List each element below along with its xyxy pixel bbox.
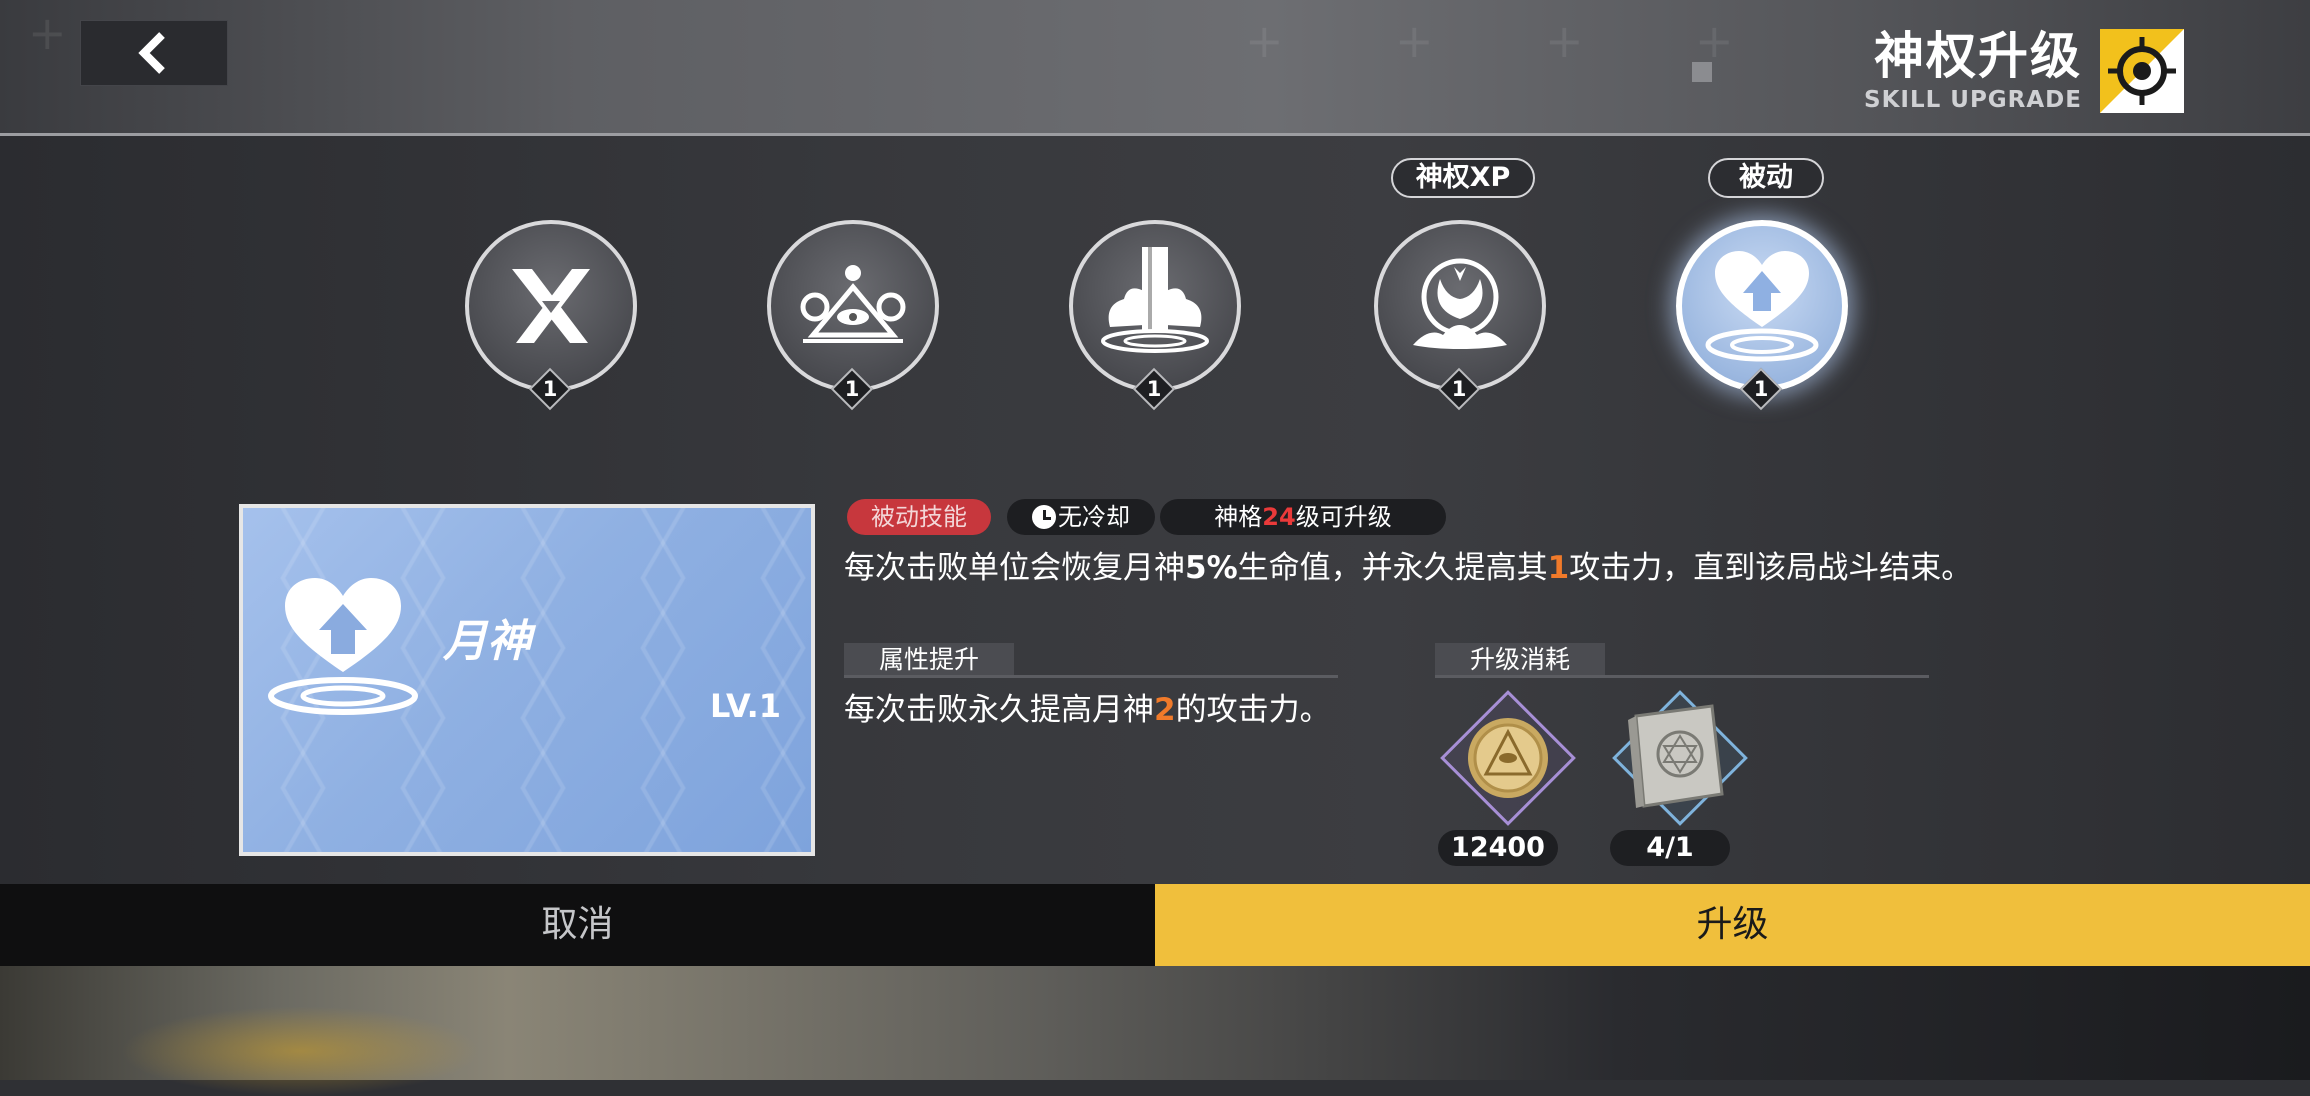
skill-slot-5-selected[interactable]: 1 [1676,220,1848,411]
skill-level: LV.1 [709,687,781,725]
upgrade-button[interactable]: 升级 [1155,884,2310,966]
attribute-divider [844,675,1338,678]
skill-tag-xp: 神权XP [1391,158,1535,198]
passive-skill-tag: 被动技能 [847,499,991,535]
attribute-description: 每次击败永久提高月神2的攻击力。 [844,692,1331,728]
page-title-text: 神权升级 [1874,27,2082,85]
page-title: 神权升级 SKILL UPGRADE [1864,26,2082,114]
divine-emblem-icon [2100,29,2184,113]
cost-header: 升级消耗 [1435,643,1605,677]
cooldown-tag: 无冷却 [1007,499,1155,535]
eye-triangle-icon [800,265,906,343]
title-accent [1692,62,1712,82]
skill-level-badge: 1 [1739,367,1783,411]
crossed-blades-icon [512,269,590,343]
cost-divider [1435,675,1929,678]
decor-cross: + [1695,14,1734,68]
heart-up-icon [268,578,418,715]
skill-slot-4[interactable]: 1 [1374,220,1546,411]
cost-amount: 12400 [1438,830,1558,866]
decor-cross: + [28,6,67,60]
light-pillar-icon [1101,247,1209,353]
skill-level-badge: 1 [528,367,572,411]
upgrade-requirement-tag: 神格24级可升级 [1160,499,1446,535]
decor-cross: + [1395,14,1434,68]
skill-description: 每次击败单位会恢复月神5%生命值，并永久提高其1攻击力，直到该局战斗结束。 [844,550,1973,586]
skill-tag-passive: 被动 [1708,158,1824,198]
gold-coin-icon [1468,718,1548,798]
skill-slot-1[interactable]: 1 [465,220,637,411]
footer-background [0,966,2310,1096]
cancel-button[interactable]: 取消 [0,884,1155,966]
back-button[interactable] [80,20,228,86]
phoenix-orb-icon [1413,258,1507,349]
tome-book-icon [1628,704,1724,808]
skill-slot-2[interactable]: 1 [767,220,939,411]
skill-card: 月神 LV.1 [239,504,815,856]
skill-level-badge: 1 [1437,367,1481,411]
cost-item-gold[interactable]: 12400 [1438,690,1576,866]
page-subtitle: SKILL UPGRADE [1864,87,2082,113]
skill-level-badge: 1 [1132,367,1176,411]
cost-item-book[interactable]: 4/1 [1610,690,1748,866]
attribute-header: 属性提升 [844,643,1014,677]
skill-name: 月神 [443,616,531,667]
decor-cross: + [1545,14,1584,68]
cost-amount: 4/1 [1610,830,1730,866]
heart-up-icon [1705,251,1819,362]
clock-icon [1032,505,1056,529]
skill-slot-3[interactable]: 1 [1069,220,1241,411]
skill-level-badge: 1 [830,367,874,411]
decor-cross: + [1245,14,1284,68]
chevron-left-icon [138,32,165,74]
